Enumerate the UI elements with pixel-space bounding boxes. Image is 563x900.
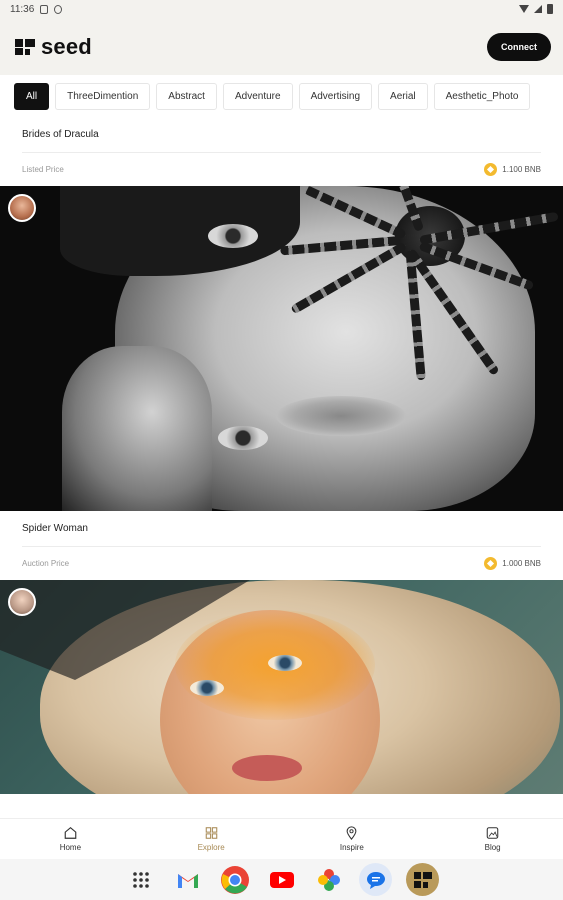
nav-home-label: Home — [59, 843, 82, 852]
category-chip-advertising[interactable]: Advertising — [298, 82, 373, 110]
nft-artwork-image[interactable] — [0, 186, 563, 511]
creator-avatar[interactable] — [8, 194, 36, 222]
signal-icon — [534, 5, 542, 13]
system-dock — [0, 859, 563, 900]
logo-text: seed — [41, 33, 92, 59]
nft-title: Brides of Dracula — [22, 129, 99, 140]
seed-app-icon[interactable] — [406, 863, 439, 896]
nav-blog[interactable]: Blog — [422, 819, 563, 859]
connect-button[interactable]: Connect — [487, 32, 551, 61]
youtube-icon[interactable] — [265, 863, 298, 896]
category-chip-threedimention[interactable]: ThreeDimention — [55, 82, 151, 110]
creator-avatar[interactable] — [8, 588, 36, 616]
nav-explore-label: Explore — [197, 843, 225, 852]
category-chip-adventure[interactable]: Adventure — [222, 82, 293, 110]
bnb-coin-icon — [484, 163, 498, 176]
category-filter-bar: All ThreeDimention Abstract Adventure Ad… — [0, 75, 563, 117]
nav-inspire[interactable]: Inspire — [282, 819, 423, 859]
price-label: Listed Price — [22, 165, 64, 174]
nav-explore[interactable]: Explore — [141, 819, 282, 859]
category-chip-aerial[interactable]: Aerial — [378, 82, 428, 110]
nft-card-info[interactable]: Brides of Dracula Listed Price 1.100 BNB — [0, 117, 563, 186]
status-time: 11:36 — [10, 3, 35, 15]
category-chip-aesthetic-photo[interactable]: Aesthetic_Photo — [433, 82, 531, 110]
gmail-icon[interactable] — [171, 863, 204, 896]
grid-icon — [205, 827, 217, 839]
status-bar: 11:36 — [0, 0, 563, 18]
home-icon — [64, 827, 77, 839]
price-value: 1.100 BNB — [502, 165, 541, 174]
sync-icon — [54, 4, 63, 14]
price-value: 1.000 BNB — [502, 559, 541, 568]
nft-artwork-image[interactable] — [0, 580, 563, 794]
nav-inspire-label: Inspire — [339, 843, 364, 852]
bottom-navigation: Home Explore Inspire Blog — [0, 818, 563, 859]
category-chip-all[interactable]: All — [14, 82, 50, 110]
seed-logo[interactable]: seed — [15, 34, 92, 60]
battery-icon — [547, 4, 553, 14]
seed-logo-icon — [15, 38, 35, 55]
bnb-coin-icon — [484, 557, 498, 570]
image-icon — [486, 827, 499, 839]
location-pin-icon — [346, 826, 357, 840]
messages-icon[interactable] — [359, 863, 392, 896]
sim-icon — [40, 4, 49, 14]
nav-blog-label: Blog — [484, 843, 501, 852]
apps-grid-icon[interactable] — [124, 863, 157, 896]
photos-icon[interactable] — [312, 863, 345, 896]
nav-home[interactable]: Home — [0, 819, 141, 859]
category-chip-abstract[interactable]: Abstract — [156, 82, 217, 110]
wifi-icon — [519, 5, 529, 13]
app-header: seed Connect — [0, 18, 563, 75]
nft-card-info[interactable]: Spider Woman Auction Price 1.000 BNB — [0, 511, 563, 580]
chrome-icon[interactable] — [218, 863, 251, 896]
price-label: Auction Price — [22, 559, 70, 568]
nft-feed[interactable]: Brides of Dracula Listed Price 1.100 BNB… — [0, 117, 563, 818]
nft-title: Spider Woman — [22, 523, 88, 534]
